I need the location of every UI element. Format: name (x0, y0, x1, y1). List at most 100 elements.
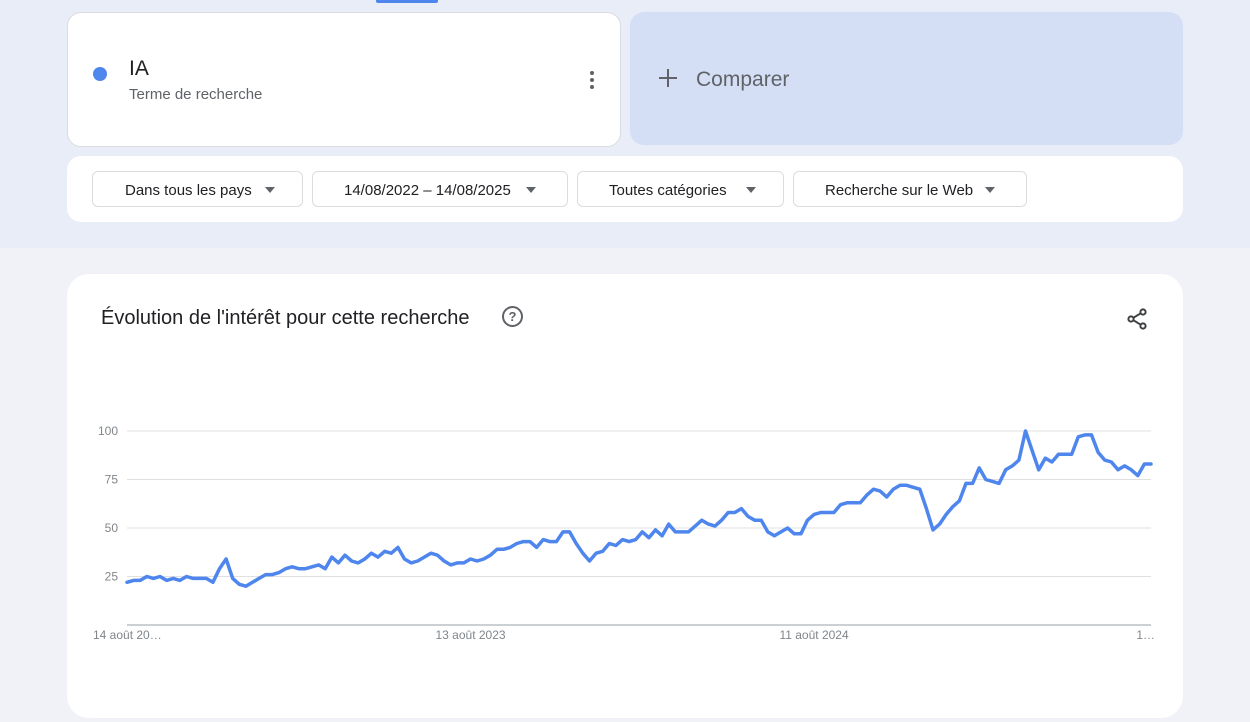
data-point[interactable] (283, 566, 289, 572)
data-point[interactable] (170, 575, 176, 581)
category-filter[interactable]: Toutes catégories (577, 171, 784, 207)
data-point[interactable] (454, 560, 460, 566)
data-point[interactable] (745, 513, 751, 519)
data-point[interactable] (884, 494, 890, 500)
data-point[interactable] (666, 521, 672, 527)
data-point[interactable] (738, 506, 744, 512)
data-point[interactable] (316, 562, 322, 568)
data-point[interactable] (672, 529, 678, 535)
data-point[interactable] (771, 533, 777, 539)
data-point[interactable] (349, 558, 355, 564)
data-point[interactable] (917, 486, 923, 492)
search-term-card[interactable]: IA Terme de recherche (67, 12, 621, 147)
data-point[interactable] (256, 575, 262, 581)
interest-line-chart[interactable]: 25 50 75 100 14 août 20… 13 août 2023 11 août … (67, 274, 1183, 718)
data-point[interactable] (1141, 461, 1147, 467)
data-point[interactable] (1029, 447, 1035, 453)
data-point[interactable] (586, 558, 592, 564)
data-point[interactable] (1128, 467, 1134, 473)
data-point[interactable] (190, 575, 196, 581)
data-point[interactable] (124, 579, 130, 585)
data-point[interactable] (639, 529, 645, 535)
data-point[interactable] (765, 529, 771, 535)
data-point[interactable] (362, 556, 368, 562)
data-point[interactable] (368, 550, 374, 556)
data-point[interactable] (289, 564, 295, 570)
data-point[interactable] (725, 509, 731, 515)
data-point[interactable] (507, 544, 513, 550)
data-point[interactable] (976, 465, 982, 471)
data-point[interactable] (705, 521, 711, 527)
data-point[interactable] (1069, 451, 1075, 457)
data-point[interactable] (844, 500, 850, 506)
data-point[interactable] (401, 556, 407, 562)
data-point[interactable] (1089, 432, 1095, 438)
data-point[interactable] (1102, 457, 1108, 463)
data-point[interactable] (1022, 428, 1028, 434)
data-point[interactable] (943, 511, 949, 517)
data-point[interactable] (811, 511, 817, 517)
data-point[interactable] (474, 558, 480, 564)
data-point[interactable] (408, 560, 414, 566)
data-point[interactable] (560, 529, 566, 535)
data-point[interactable] (250, 579, 256, 585)
data-point[interactable] (904, 482, 910, 488)
data-point[interactable] (1036, 467, 1042, 473)
data-point[interactable] (1062, 451, 1068, 457)
data-point[interactable] (553, 539, 559, 545)
region-filter[interactable]: Dans tous les pays (92, 171, 303, 207)
data-point[interactable] (804, 517, 810, 523)
data-point[interactable] (468, 556, 474, 562)
data-point[interactable] (144, 574, 150, 580)
data-point[interactable] (1082, 432, 1088, 438)
data-point[interactable] (1075, 434, 1081, 440)
data-point[interactable] (210, 579, 216, 585)
data-point[interactable] (752, 517, 758, 523)
data-point[interactable] (864, 492, 870, 498)
data-point[interactable] (415, 558, 421, 564)
data-point[interactable] (989, 478, 995, 484)
data-point[interactable] (421, 554, 427, 560)
data-point[interactable] (950, 504, 956, 510)
data-point[interactable] (732, 509, 738, 515)
data-point[interactable] (890, 486, 896, 492)
data-point[interactable] (263, 572, 269, 578)
data-point[interactable] (1056, 451, 1062, 457)
data-point[interactable] (302, 566, 308, 572)
data-point[interactable] (970, 480, 976, 486)
data-point[interactable] (646, 535, 652, 541)
data-point[interactable] (567, 529, 573, 535)
data-point[interactable] (329, 554, 335, 560)
data-point[interactable] (216, 566, 222, 572)
data-point[interactable] (164, 577, 170, 583)
data-point[interactable] (653, 527, 659, 533)
data-point[interactable] (448, 562, 454, 568)
data-point[interactable] (818, 509, 824, 515)
data-point[interactable] (633, 537, 639, 543)
data-point[interactable] (1009, 463, 1015, 469)
data-point[interactable] (1095, 449, 1101, 455)
data-point[interactable] (778, 529, 784, 535)
data-point[interactable] (758, 517, 764, 523)
data-point[interactable] (699, 517, 705, 523)
data-point[interactable] (150, 575, 156, 581)
data-point[interactable] (355, 560, 361, 566)
data-point[interactable] (626, 539, 632, 545)
data-point[interactable] (1003, 467, 1009, 473)
data-point[interactable] (851, 500, 857, 506)
data-point[interactable] (824, 509, 830, 515)
data-point[interactable] (937, 521, 943, 527)
data-point[interactable] (461, 560, 467, 566)
data-point[interactable] (831, 509, 837, 515)
data-point[interactable] (514, 541, 520, 547)
data-point[interactable] (520, 539, 526, 545)
data-point[interactable] (606, 541, 612, 547)
data-point[interactable] (131, 577, 137, 583)
data-point[interactable] (791, 531, 797, 537)
data-point[interactable] (157, 574, 163, 580)
data-point[interactable] (1148, 461, 1154, 467)
data-point[interactable] (342, 552, 348, 558)
data-point[interactable] (441, 558, 447, 564)
data-point[interactable] (547, 539, 553, 545)
data-point[interactable] (183, 574, 189, 580)
